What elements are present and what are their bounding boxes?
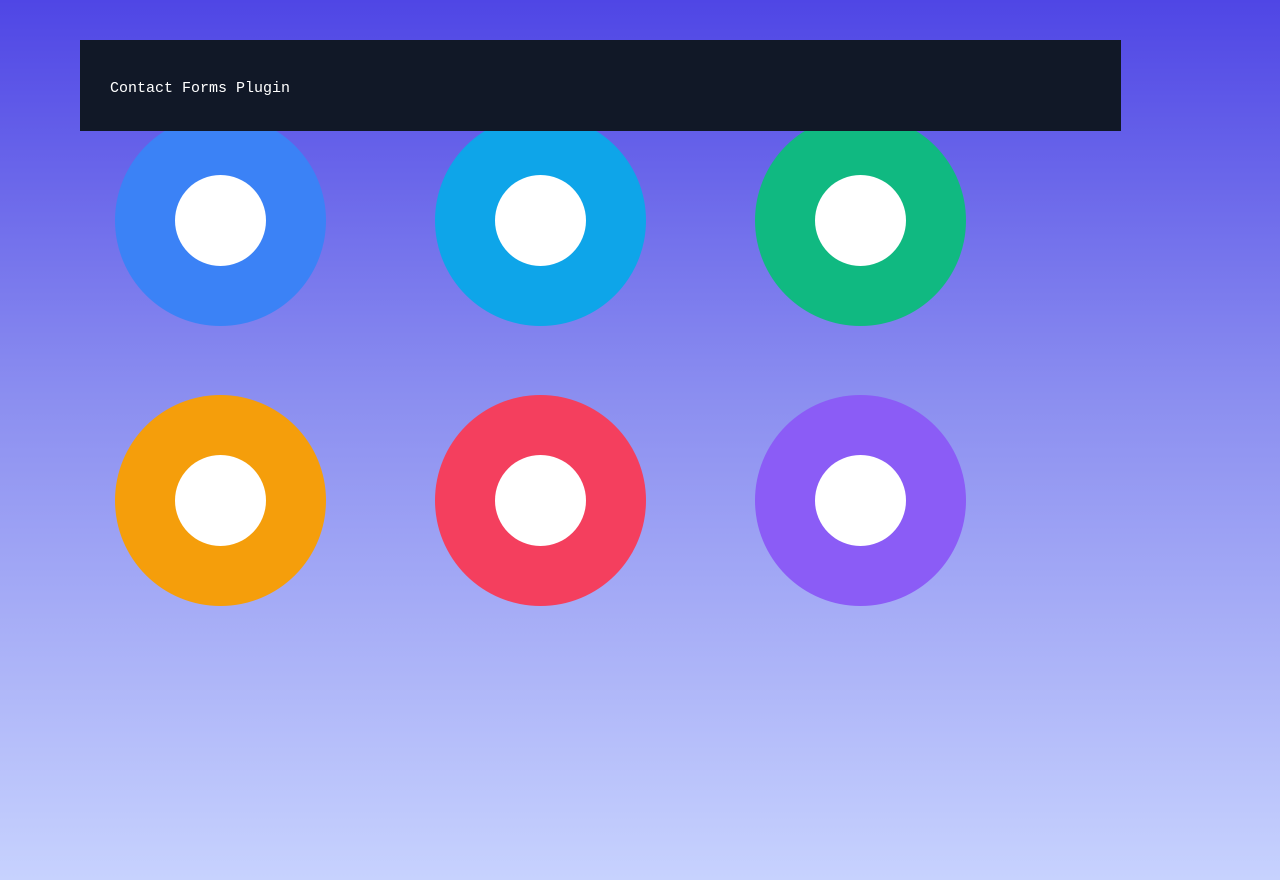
ring-center — [815, 175, 906, 266]
ring-item-1[interactable] — [115, 115, 326, 326]
page: { "header": { "title": "Contact Forms Pl… — [0, 0, 1280, 880]
header-bar: Contact Forms Plugin — [80, 40, 1121, 131]
ring-center — [175, 175, 266, 266]
ring-center — [815, 455, 906, 546]
ring-grid — [0, 0, 1280, 880]
ring-item-2[interactable] — [435, 115, 646, 326]
ring-center — [175, 455, 266, 546]
ring-center — [495, 455, 586, 546]
ring-item-3[interactable] — [755, 115, 966, 326]
ring-item-4[interactable] — [115, 395, 326, 606]
page-title: Contact Forms Plugin — [110, 80, 291, 97]
ring-item-5[interactable] — [435, 395, 646, 606]
ring-item-6[interactable] — [755, 395, 966, 606]
ring-center — [495, 175, 586, 266]
